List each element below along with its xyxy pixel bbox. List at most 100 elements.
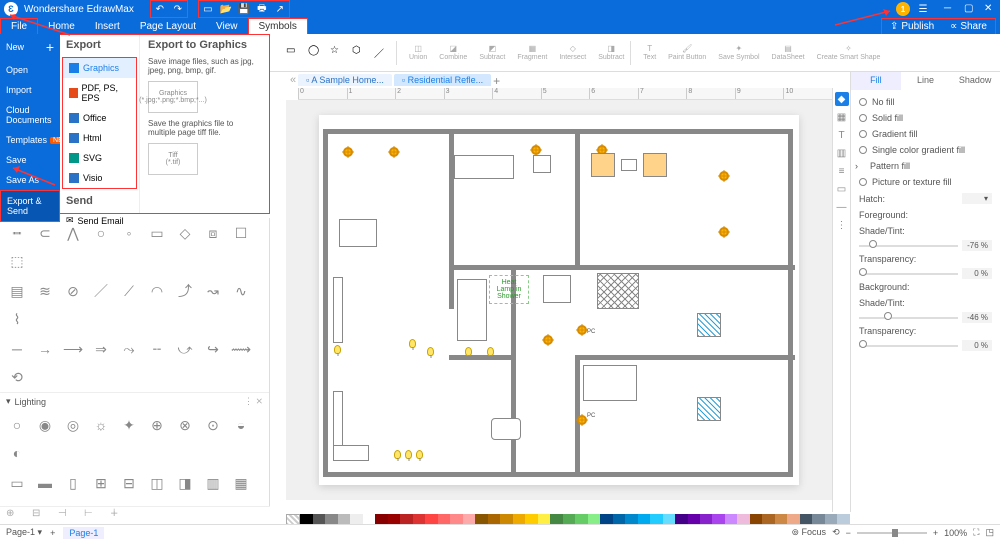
file-save[interactable]: Save [0, 150, 60, 170]
symbol-cell[interactable]: ／ [90, 280, 112, 302]
ceiling-light-icon[interactable] [719, 227, 729, 237]
side-table-icon[interactable] [533, 155, 551, 173]
menu-insert[interactable]: Insert [85, 19, 130, 34]
symbol-cell[interactable]: ⤴ [174, 280, 196, 302]
symbol-cell[interactable]: ◠ [146, 280, 168, 302]
symbol-cell[interactable]: ▦ [230, 472, 252, 494]
symbol-cell[interactable]: ▯ [62, 472, 84, 494]
page-nav-icon-4[interactable]: ⊢ [84, 508, 100, 524]
symbol-cell[interactable]: ▥ [202, 472, 224, 494]
bed-icon[interactable] [597, 273, 639, 309]
ceiling-light-icon[interactable] [719, 171, 729, 181]
publish-button[interactable]: ⇪Publish [882, 19, 942, 34]
zoom-in-button[interactable]: + [933, 528, 938, 538]
symbol-cell[interactable]: ↝ [202, 280, 224, 302]
symbol-cell[interactable]: ∿ [230, 280, 252, 302]
shape-star-icon[interactable]: ☆ [330, 45, 346, 61]
page-tab[interactable]: Page-1 [63, 527, 104, 539]
file-save-as[interactable]: Save As [0, 170, 60, 190]
ribbon-union[interactable]: ◫Union [409, 44, 427, 61]
symbol-cell[interactable]: ⟲ [6, 366, 28, 388]
maximize-icon[interactable]: ▢ [964, 3, 976, 15]
ceiling-light-icon[interactable] [343, 147, 353, 157]
symbol-cell[interactable]: ⌇ [6, 308, 28, 330]
page-nav-icon-2[interactable]: ⊟ [32, 508, 48, 524]
file-cloud[interactable]: Cloud Documents [0, 100, 60, 130]
opt-no-fill[interactable]: No fill [859, 94, 992, 110]
menu-home[interactable]: Home [38, 19, 85, 34]
canvas-page[interactable]: Heat Lamp in Shower PC PC [319, 115, 799, 485]
doc-tab-1[interactable]: ▫ Residential Refle... [394, 74, 491, 86]
more-icon[interactable]: ⋮ [835, 218, 849, 232]
stove-icon[interactable] [543, 275, 571, 303]
tab-fill[interactable]: Fill [851, 72, 901, 90]
menu-symbols[interactable]: Symbols [248, 18, 308, 35]
settings-icon[interactable]: — [835, 200, 849, 214]
expand-icon[interactable]: ◳ [985, 527, 994, 538]
shade-slider-2[interactable] [859, 311, 958, 323]
symbol-cell[interactable]: ▭ [6, 472, 28, 494]
print-icon[interactable]: 🖶 [255, 2, 269, 16]
symbol-cell[interactable]: ⤳ [118, 338, 140, 360]
redo-icon[interactable]: ↷ [171, 2, 185, 16]
symbol-cell[interactable]: ☐ [230, 222, 252, 244]
bulb-icon[interactable] [334, 345, 341, 354]
dining-table-icon[interactable] [339, 219, 377, 247]
grid-icon[interactable]: ▦ [835, 110, 849, 124]
symbol-cell[interactable]: ─ [6, 338, 28, 360]
symbol-cell[interactable]: ◉ [34, 414, 56, 436]
hatch-dropdown[interactable]: ▾ [962, 193, 992, 204]
counter-icon[interactable] [333, 277, 343, 343]
symbol-cell[interactable]: → [34, 338, 56, 360]
symbol-cell[interactable]: ╌ [146, 338, 168, 360]
symbol-cell[interactable]: ▬ [34, 472, 56, 494]
symbol-cell[interactable]: ≋ [34, 280, 56, 302]
doc-tab-0[interactable]: ▫ A Sample Home... [298, 74, 392, 86]
symbol-cell[interactable]: ⊟ [118, 472, 140, 494]
heat-lamp-label[interactable]: Heat Lamp in Shower [489, 275, 529, 304]
export-type-html[interactable]: Html [63, 128, 136, 148]
link-icon[interactable]: ↗ [273, 2, 287, 16]
symbol-cell[interactable]: ⊗ [174, 414, 196, 436]
shape-line-icon[interactable]: ／ [374, 45, 390, 61]
bulb-icon[interactable] [427, 347, 434, 356]
armchair-icon[interactable] [643, 153, 667, 177]
bulb-icon[interactable] [416, 450, 423, 459]
page-selector[interactable]: Page-1 ▾ [6, 527, 42, 538]
ribbon-paint[interactable]: 🖌Paint Button [668, 44, 706, 61]
file-new[interactable]: New+ [0, 34, 60, 60]
bed-icon[interactable] [583, 365, 637, 401]
user-icon[interactable]: ☰ [916, 2, 930, 16]
ribbon-subtract[interactable]: ◩Subtract [479, 44, 505, 61]
ribbon-text[interactable]: TText [643, 44, 656, 61]
symbol-cell[interactable]: ◐ [6, 442, 28, 464]
tab-line[interactable]: Line [901, 72, 951, 90]
desk-icon[interactable] [491, 418, 521, 440]
menu-file[interactable]: File [0, 18, 38, 35]
zoom-out-button[interactable]: − [846, 528, 851, 538]
symbol-cell[interactable]: ⊘ [62, 280, 84, 302]
text-tool-icon[interactable]: T [835, 128, 849, 142]
ribbon-intersect[interactable]: ◇Intersect [559, 44, 586, 61]
share-button[interactable]: ∝Share [942, 19, 995, 34]
symbol-cell[interactable]: ◒ [230, 414, 252, 436]
shade-slider-1[interactable] [859, 239, 958, 251]
sofa-icon[interactable] [454, 155, 514, 179]
zoom-slider[interactable] [857, 532, 927, 534]
close-icon[interactable]: ✕ [984, 3, 996, 15]
section-options-icon[interactable]: ⋮ ⨯ [244, 396, 263, 407]
file-templates[interactable]: TemplatesNEW [0, 130, 60, 150]
export-thumb-tiff[interactable]: Tiff (*.tif) [148, 143, 198, 175]
symbol-cell[interactable]: ☼ [90, 414, 112, 436]
ribbon-save-symbol[interactable]: ✦Save Symbol [718, 44, 759, 61]
notification-badge[interactable]: 1 [896, 2, 910, 16]
symbol-cell[interactable]: ▭ [146, 222, 168, 244]
shape-polygon-icon[interactable]: ⬡ [352, 45, 368, 61]
bathtub-icon[interactable] [457, 279, 487, 341]
send-email[interactable]: ✉Send Email [60, 211, 139, 230]
symbol-cell[interactable]: ⟿ [230, 338, 252, 360]
shape-rect-icon[interactable]: ▭ [286, 45, 302, 61]
symbol-cell[interactable]: ⇒ [90, 338, 112, 360]
bulb-icon[interactable] [487, 347, 494, 356]
symbol-cell[interactable]: ◇ [174, 222, 196, 244]
